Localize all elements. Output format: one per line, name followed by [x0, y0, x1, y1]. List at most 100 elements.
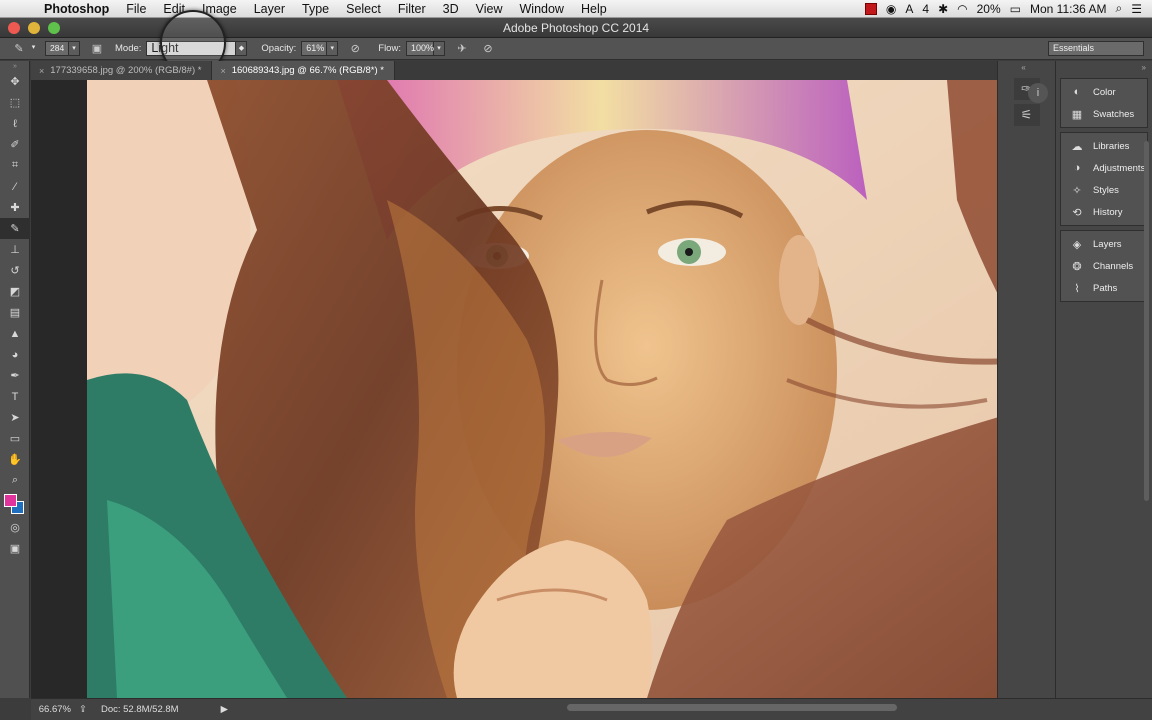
menu-select[interactable]: Select: [339, 2, 391, 16]
panels-collapse-icon[interactable]: »: [1056, 61, 1152, 74]
color-swatches: [0, 491, 30, 517]
panel-libraries[interactable]: ☁ Libraries: [1061, 135, 1147, 157]
status-menu-arrow-icon[interactable]: ▶: [221, 704, 228, 715]
tools-panel: » ✥ ⬚ ℓ ✐ ⌗ ⁄ ✚ ✎ ⊥ ↺ ◩ ▤ ▲ ◕ ✒ T ➤ ▭ ✋ …: [0, 61, 30, 698]
panel-label: Channels: [1093, 260, 1134, 272]
brush-tool-icon[interactable]: ✎: [0, 218, 30, 239]
foreground-color-swatch[interactable]: [4, 494, 17, 507]
flow-field[interactable]: 100%: [405, 41, 434, 56]
mode-select[interactable]: Light: [146, 41, 237, 56]
zoom-window-button[interactable]: [48, 22, 60, 34]
panel-scrollbar[interactable]: [1144, 141, 1149, 501]
tools-collapse-icon[interactable]: »: [0, 61, 30, 71]
battery-text[interactable]: 20%: [977, 2, 1001, 16]
opacity-field[interactable]: 61%: [301, 41, 328, 56]
menu-file[interactable]: File: [119, 2, 156, 16]
brush-tool-preset-icon[interactable]: ✎: [10, 41, 28, 57]
brush-size-field[interactable]: 284: [45, 41, 69, 56]
tool-options-bar: ✎ ▾ 284 ▾ ▣ Mode: Light ◆ Opacity: 61% ▾…: [0, 38, 1152, 60]
panel-paths[interactable]: ⌇ Paths: [1061, 277, 1147, 299]
type-tool-icon[interactable]: T: [0, 386, 30, 407]
move-tool-icon[interactable]: ✥: [0, 71, 30, 92]
libraries-cloud-icon: ☁: [1071, 140, 1083, 153]
brush-settings-icon[interactable]: ⚟: [1013, 104, 1040, 126]
panel-styles[interactable]: ✧ Styles: [1061, 179, 1147, 201]
quick-mask-icon[interactable]: ◎: [0, 517, 30, 538]
panel-channels[interactable]: ❂ Channels: [1061, 255, 1147, 277]
brush-panel-toggle-icon[interactable]: ▣: [88, 41, 106, 57]
canvas-area[interactable]: [31, 80, 997, 698]
opacity-chevron-down-icon[interactable]: ▾: [327, 41, 339, 56]
panel-label: Paths: [1093, 282, 1118, 294]
airbrush-icon[interactable]: ✈: [453, 41, 471, 57]
wifi-icon[interactable]: ◠: [957, 2, 967, 16]
mode-chevron-down-icon[interactable]: ◆: [236, 41, 248, 56]
tab-label: 177339658.jpg @ 200% (RGB/8#) *: [50, 65, 202, 76]
adobe-icon[interactable]: [864, 2, 877, 15]
panel-history[interactable]: ⟲ History: [1061, 201, 1147, 223]
clock[interactable]: Mon 11:36 AM: [1030, 2, 1107, 16]
shape-tool-icon[interactable]: ▭: [0, 428, 30, 449]
document-photo[interactable]: [87, 80, 997, 698]
panel-swatches[interactable]: ▦ Swatches: [1061, 103, 1147, 125]
dodge-tool-icon[interactable]: ◕: [0, 344, 30, 365]
menu-filter[interactable]: Filter: [391, 2, 436, 16]
notification-list-icon[interactable]: ☰: [1131, 2, 1142, 16]
pressure-opacity-icon[interactable]: ⊘: [346, 41, 364, 57]
workspace-select[interactable]: Essentials: [1048, 41, 1144, 56]
zoom-tool-icon[interactable]: ⌕: [0, 470, 30, 491]
preset-chevron-down-icon[interactable]: ▾: [28, 41, 39, 56]
spotlight-search-icon[interactable]: ⌕: [1116, 1, 1123, 16]
strip-collapse-icon[interactable]: «: [998, 61, 1055, 74]
close-tab-icon[interactable]: ×: [39, 66, 44, 76]
sync-icon[interactable]: ◉: [886, 2, 896, 16]
pen-tool-icon[interactable]: ✒: [0, 365, 30, 386]
gradient-tool-icon[interactable]: ▤: [0, 302, 30, 323]
healing-brush-tool-icon[interactable]: ✚: [0, 197, 30, 218]
menu-image[interactable]: Image: [195, 2, 247, 16]
document-tabs: × 177339658.jpg @ 200% (RGB/8#) * × 1606…: [31, 61, 997, 80]
flow-chevron-down-icon[interactable]: ▾: [433, 41, 445, 56]
screen-mode-icon[interactable]: ▣: [0, 538, 30, 559]
status-bar: 66.67% ⇪ Doc: 52.8M/52.8M ▶: [31, 698, 1152, 720]
minimize-window-button[interactable]: [28, 22, 40, 34]
close-window-button[interactable]: [8, 22, 20, 34]
status-count: 4: [922, 1, 930, 16]
lasso-tool-icon[interactable]: ℓ: [0, 113, 30, 134]
menu-type[interactable]: Type: [295, 2, 339, 16]
bluetooth-icon[interactable]: ✱: [938, 2, 948, 16]
marquee-tool-icon[interactable]: ⬚: [0, 92, 30, 113]
menu-window[interactable]: Window: [513, 2, 574, 16]
blur-tool-icon[interactable]: ▲: [0, 323, 30, 344]
panel-layers[interactable]: ◈ Layers: [1061, 233, 1147, 255]
zoom-level[interactable]: 66.67%: [31, 704, 79, 715]
battery-icon: ▭: [1009, 1, 1021, 16]
crop-tool-icon[interactable]: ⌗: [0, 155, 30, 176]
menu-photoshop[interactable]: Photoshop: [34, 2, 119, 16]
history-brush-tool-icon[interactable]: ↺: [0, 260, 30, 281]
close-tab-icon[interactable]: ×: [220, 66, 225, 76]
quick-select-tool-icon[interactable]: ✐: [0, 134, 30, 155]
path-select-tool-icon[interactable]: ➤: [0, 407, 30, 428]
horizontal-scrollbar[interactable]: [567, 704, 897, 711]
font-status-icon[interactable]: A: [905, 2, 913, 16]
menu-edit[interactable]: Edit: [156, 2, 195, 16]
color-wheel-icon: ◐: [1073, 86, 1081, 98]
eyedropper-tool-icon[interactable]: ⁄: [0, 176, 30, 197]
hand-tool-icon[interactable]: ✋: [0, 449, 30, 470]
clone-stamp-tool-icon[interactable]: ⊥: [0, 239, 30, 260]
menu-help[interactable]: Help: [574, 2, 617, 16]
panel-adjustments[interactable]: ◑ Adjustments: [1061, 157, 1147, 179]
panel-color[interactable]: ◐ Color: [1061, 81, 1147, 103]
menu-layer[interactable]: Layer: [247, 2, 295, 16]
status-share-icon[interactable]: ⇪: [79, 704, 87, 715]
menu-3d[interactable]: 3D: [436, 2, 469, 16]
brush-picker-chevron-down-icon[interactable]: ▾: [69, 41, 80, 56]
tab-document-1[interactable]: × 177339658.jpg @ 200% (RGB/8#) *: [31, 61, 213, 80]
pressure-size-icon[interactable]: ⊘: [479, 41, 497, 57]
menubar-status-area: ◉ A 4 ✱ ◠ 20% ▭ Mon 11:36 AM ⌕ ☰: [864, 1, 1152, 16]
info-icon[interactable]: i: [1028, 83, 1048, 103]
tab-document-2[interactable]: × 160689343.jpg @ 66.7% (RGB/8*) *: [212, 61, 395, 80]
eraser-tool-icon[interactable]: ◩: [0, 281, 30, 302]
menu-view[interactable]: View: [469, 2, 513, 16]
